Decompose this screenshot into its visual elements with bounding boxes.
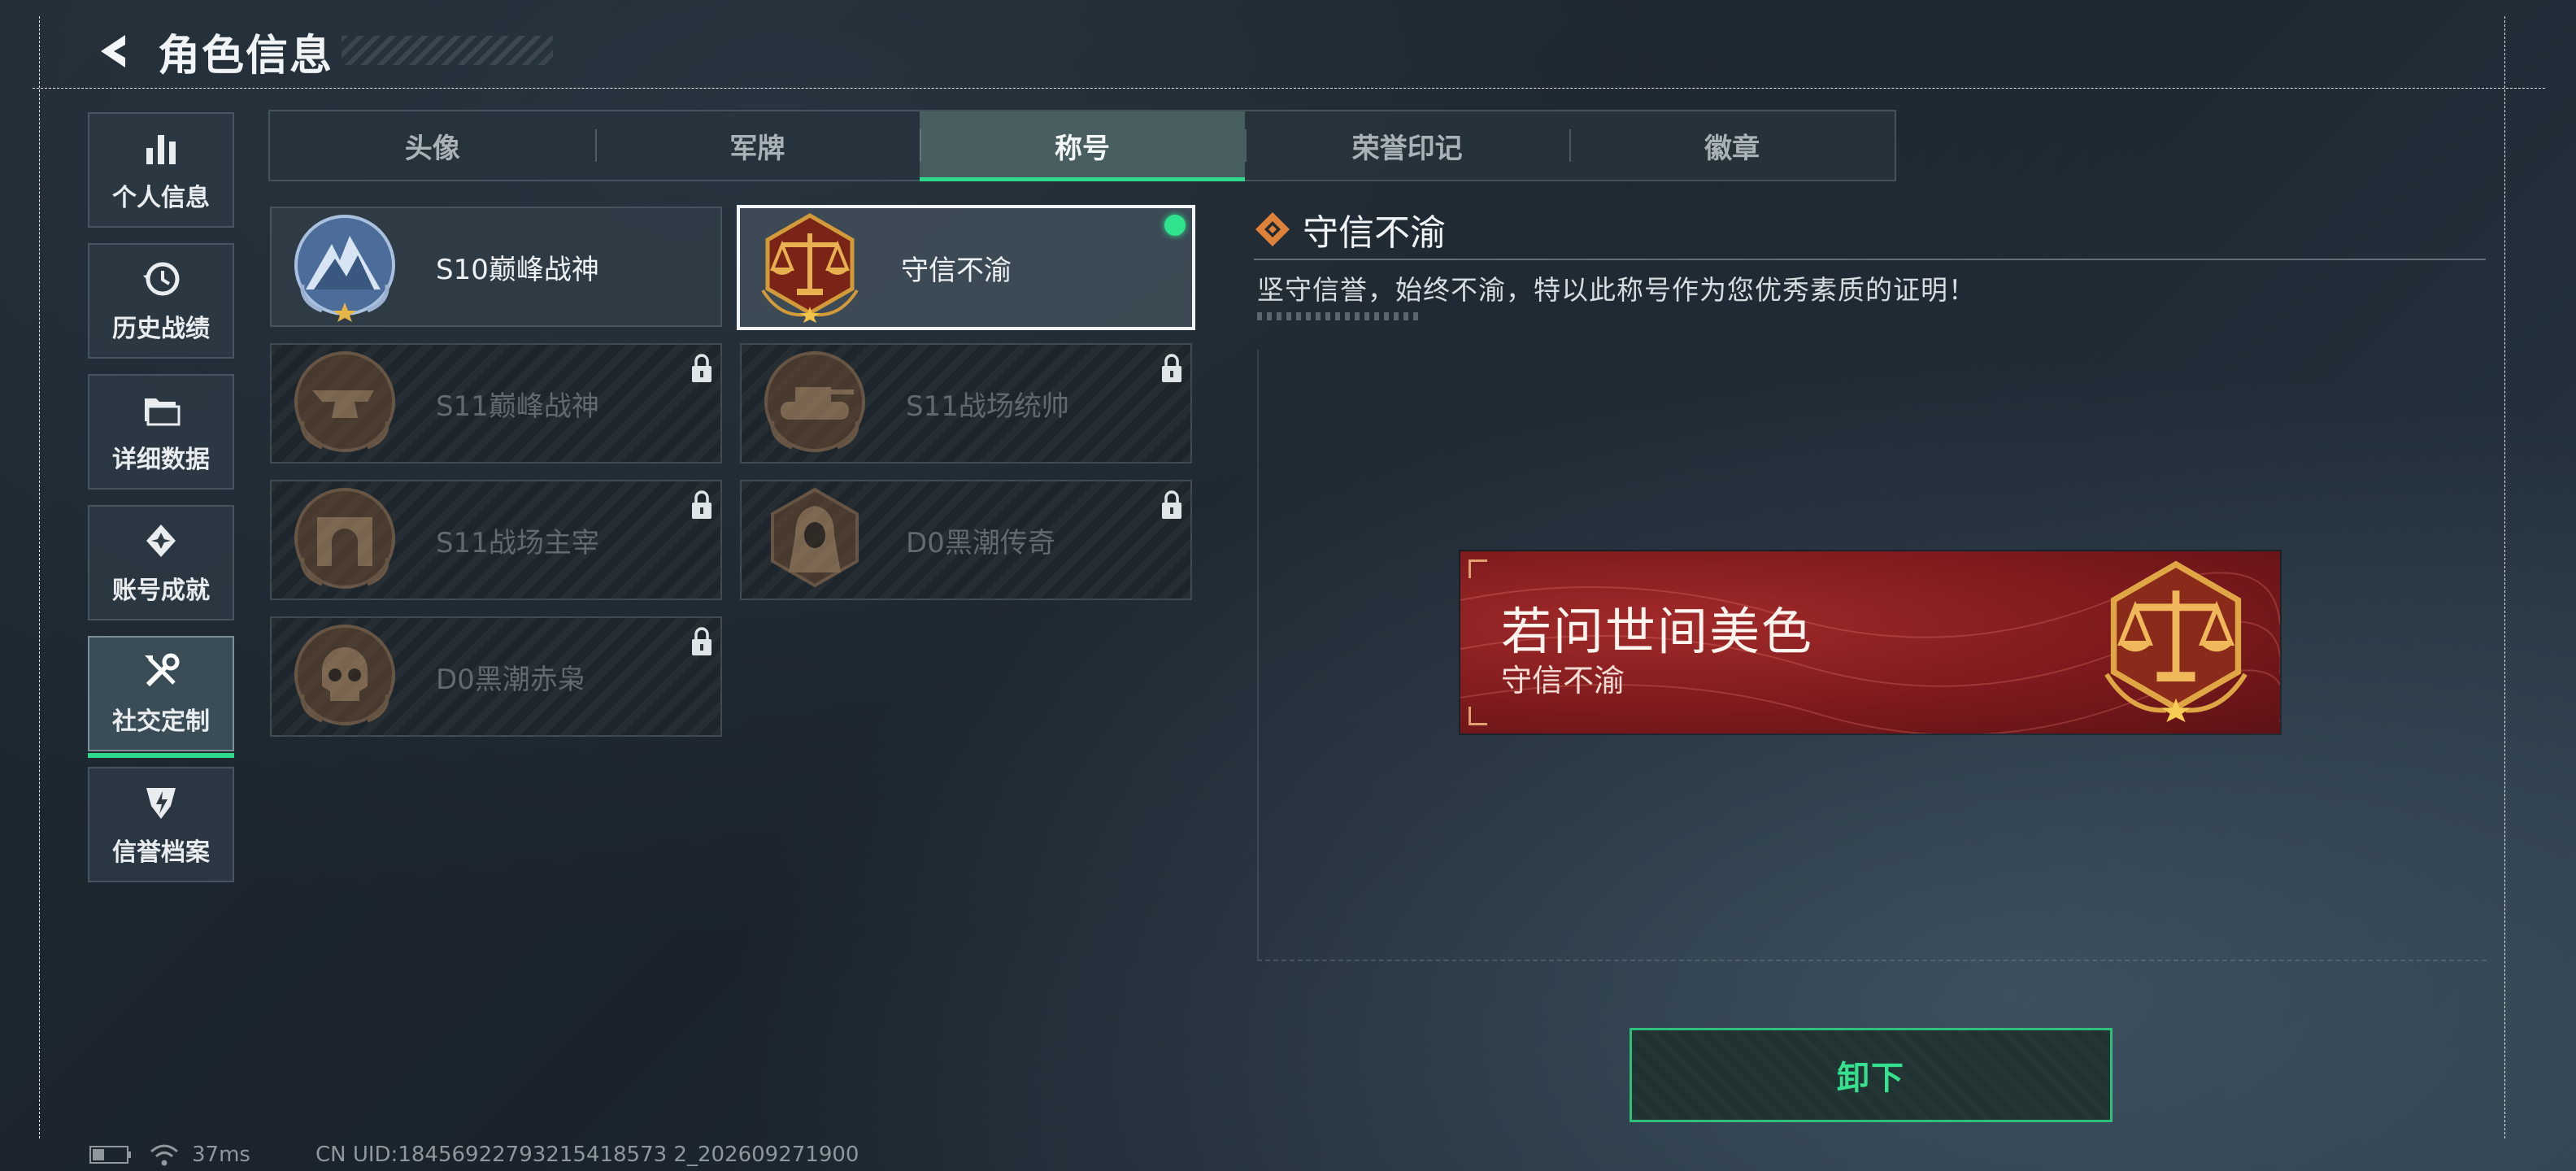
page-title: 角色信息 [158, 31, 334, 81]
arch-emblem-icon [294, 488, 395, 589]
tab-dogtag[interactable]: 军牌 [594, 111, 920, 180]
sidebar-item-label: 社交定制 [112, 707, 210, 736]
title-card-s11-dominator[interactable]: S11战场主宰 [270, 480, 722, 600]
title-card-d0-red-owl[interactable]: D0黑潮赤枭 [270, 616, 722, 737]
banner-corner-mark [1469, 559, 1487, 578]
hooded-figure-emblem-icon [771, 487, 859, 588]
title-card-s10-peak[interactable]: S10巅峰战神 [270, 207, 722, 327]
sidebar-item-label: 账号成就 [112, 577, 210, 605]
frame-line-right [2504, 16, 2505, 1138]
bar-chart-icon [146, 135, 176, 164]
title-label: 守信不渝 [901, 254, 1012, 287]
battery-icon [89, 1146, 131, 1164]
title-label: D0黑潮传奇 [906, 526, 1055, 559]
clock-history-icon [143, 262, 180, 296]
sidebar-item-personal-info[interactable]: 个人信息 [88, 112, 234, 228]
page-header: 角色信息 [89, 23, 334, 81]
title-banner-preview: 若问世间美色 守信不渝 [1460, 551, 2280, 734]
lock-icon [692, 354, 711, 382]
banner-subtitle: 守信不渝 [1501, 663, 1625, 699]
sidebar-item-achievements[interactable]: 账号成就 [88, 505, 234, 620]
title-card-d0-legend[interactable]: D0黑潮传奇 [740, 480, 1192, 600]
title-card-s11-commander[interactable]: S11战场统帅 [740, 343, 1192, 464]
uid-text: CN UID:18456922793215418573 2_2026092719… [315, 1143, 859, 1167]
tab-title[interactable]: 称号 [920, 111, 1245, 181]
title-label: S10巅峰战神 [436, 253, 599, 286]
tank-emblem-icon [764, 351, 865, 452]
wifi-icon [150, 1144, 178, 1166]
scales-of-justice-emblem-icon [2104, 560, 2247, 722]
sidebar-item-history[interactable]: 历史战绩 [88, 243, 234, 359]
sidebar-item-label: 详细数据 [112, 446, 210, 474]
folder-icon [145, 398, 181, 426]
achievement-icon [146, 525, 176, 557]
banner-corner-mark [1469, 707, 1487, 725]
detail-title: 守信不渝 [1303, 212, 1446, 254]
unequip-button[interactable]: 卸下 [1630, 1028, 2113, 1122]
detail-header: 守信不渝 [1254, 203, 1446, 255]
tools-icon [145, 653, 180, 687]
sidebar-item-detailed-data[interactable]: 详细数据 [88, 374, 234, 490]
tab-badge[interactable]: 徽章 [1569, 111, 1895, 180]
skull-emblem-icon [294, 625, 395, 725]
equipped-indicator-dot [1164, 215, 1186, 236]
sidebar-item-social-custom[interactable]: 社交定制 [88, 636, 234, 758]
lock-icon [692, 490, 711, 519]
lock-icon [1162, 490, 1181, 519]
tab-honor-mark[interactable]: 荣誉印记 [1244, 111, 1570, 180]
sidebar: 个人信息 历史战绩 详细数据 账号成就 社交定制 信誉档案 [88, 112, 237, 898]
peak-mountain-emblem-icon [294, 215, 395, 322]
frame-line-top [33, 88, 2545, 89]
decorative-code-strip [1257, 312, 1420, 320]
back-arrow-icon[interactable] [89, 28, 135, 74]
title-card-s11-peak[interactable]: S11巅峰战神 [270, 343, 722, 464]
lock-icon [1162, 354, 1181, 382]
ping-readout: 37ms [192, 1143, 250, 1167]
header-decoration [342, 36, 553, 65]
title-card-keep-faith[interactable]: 守信不渝 [737, 205, 1195, 330]
scales-of-justice-emblem-icon [761, 213, 859, 323]
title-label: S11战场统帅 [906, 390, 1069, 423]
sidebar-item-label: 信誉档案 [112, 838, 210, 867]
lock-icon [692, 627, 711, 655]
tab-avatar[interactable]: 头像 [270, 111, 595, 180]
sidebar-item-label: 个人信息 [112, 184, 210, 212]
banner-title: 若问世间美色 [1501, 602, 1814, 661]
status-bar: 37ms CN UID:18456922793215418573 2_20260… [89, 1138, 859, 1171]
sidebar-item-label: 历史战绩 [112, 315, 210, 343]
detail-description: 坚守信誉，始终不渝，特以此称号作为您优秀素质的证明！ [1257, 274, 1976, 306]
shield-bolt-icon [146, 788, 176, 819]
title-label: S11巅峰战神 [436, 390, 599, 423]
divider [1254, 259, 2486, 260]
sidebar-item-reputation[interactable]: 信誉档案 [88, 767, 234, 882]
diamond-icon [1255, 212, 1290, 246]
frame-line-left [39, 16, 40, 1138]
tab-bar: 头像 军牌 称号 荣誉印记 徽章 [268, 110, 1896, 181]
title-label: S11战场主宰 [436, 526, 599, 559]
title-label: D0黑潮赤枭 [436, 663, 585, 696]
anvil-emblem-icon [294, 351, 395, 452]
